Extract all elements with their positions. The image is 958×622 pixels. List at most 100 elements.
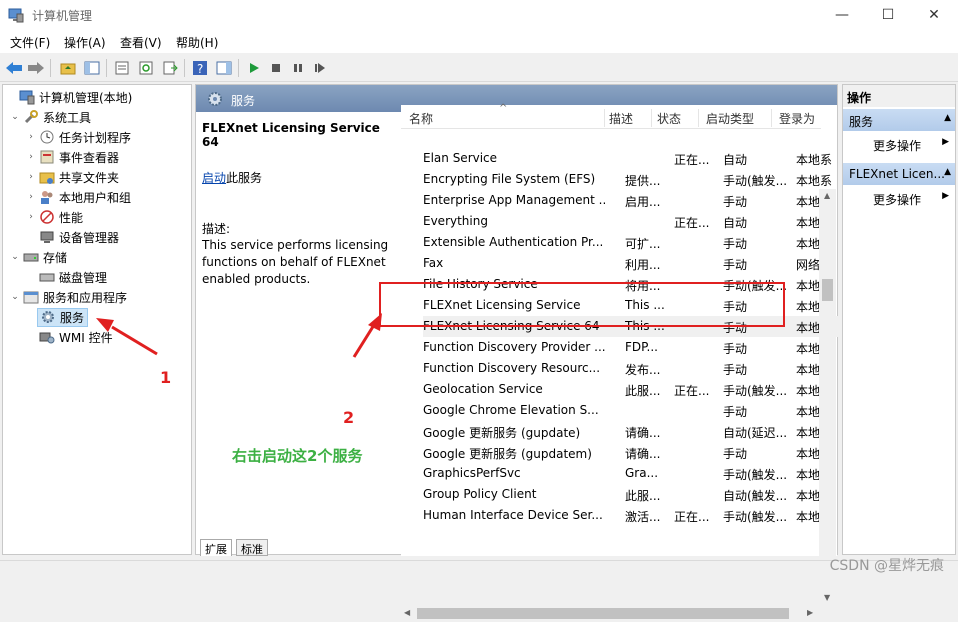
- more-actions-2[interactable]: 更多操作 ▶: [843, 187, 955, 209]
- tree-label: 本地用户和组: [59, 190, 132, 205]
- column-state[interactable]: 状态: [657, 110, 681, 127]
- window-title: 计算机管理: [32, 9, 93, 23]
- scrollbar-thumb[interactable]: [822, 279, 833, 301]
- tree-event-viewer[interactable]: › 事件查看器: [5, 147, 190, 167]
- tree-shared-folders[interactable]: › 共享文件夹: [5, 167, 190, 187]
- tree-local-users[interactable]: › 本地用户和组: [5, 187, 190, 207]
- tree-root[interactable]: 计算机管理(本地): [5, 87, 190, 107]
- service-row[interactable]: Google Chrome Elevation S... 手动 本地系: [423, 400, 843, 421]
- up-folder-icon[interactable]: [58, 58, 78, 78]
- tree-services-apps[interactable]: ⌄ 服务和应用程序: [5, 287, 190, 307]
- show-action-pane-icon[interactable]: [214, 58, 234, 78]
- scrollbar-thumb[interactable]: [417, 608, 789, 619]
- export-list-icon[interactable]: [160, 58, 180, 78]
- service-desc: 此服...: [625, 489, 661, 503]
- service-row[interactable]: Encrypting File System (EFS) 提供... 手动(触发..…: [423, 169, 843, 190]
- tree-label: 服务和应用程序: [43, 290, 128, 305]
- chevron-right-icon[interactable]: ›: [25, 212, 37, 222]
- service-row[interactable]: Fax 利用... 手动 网络服: [423, 253, 843, 274]
- chevron-down-icon[interactable]: ⌄: [9, 292, 21, 302]
- service-start-type: 手动: [723, 447, 748, 461]
- help-icon[interactable]: ?: [190, 58, 210, 78]
- start-service-icon[interactable]: [244, 58, 264, 78]
- chevron-right-icon[interactable]: ›: [25, 192, 37, 202]
- service-row[interactable]: Geolocation Service 此服... 正在... 手动(触发... 本地系: [423, 379, 843, 400]
- pause-service-icon[interactable]: [288, 58, 308, 78]
- section-label: FLEXnet Licen...: [849, 167, 945, 181]
- actions-section-services[interactable]: 服务 ▲: [843, 109, 955, 131]
- service-row[interactable]: Google 更新服务 (gupdatem) 请确... 手动 本地系: [423, 442, 843, 463]
- more-actions-1[interactable]: 更多操作 ▶: [843, 133, 955, 155]
- svg-text:?: ?: [197, 62, 203, 76]
- menu-action[interactable]: 操作(A): [64, 34, 106, 51]
- chevron-down-icon[interactable]: ⌄: [9, 112, 21, 122]
- service-row[interactable]: Enterprise App Management ... 启用... 手动 本地系: [423, 190, 843, 211]
- service-row[interactable]: Human Interface Device Ser... 激活... 正在... 手…: [423, 505, 843, 526]
- chevron-right-icon[interactable]: ›: [25, 152, 37, 162]
- chevron-right-icon[interactable]: ›: [25, 172, 37, 182]
- tree-task-scheduler[interactable]: › 任务计划程序: [5, 127, 190, 147]
- menu-view[interactable]: 查看(V): [120, 34, 162, 51]
- column-start-type[interactable]: 启动类型: [706, 110, 754, 127]
- column-divider[interactable]: [698, 109, 699, 127]
- column-desc[interactable]: 描述: [609, 110, 633, 127]
- actions-section-flexnet[interactable]: FLEXnet Licen... ▲: [843, 163, 955, 185]
- performance-icon: [39, 209, 55, 225]
- stop-service-icon[interactable]: [266, 58, 286, 78]
- service-row[interactable]: Function Discovery Resourc... 发布... 手动 本地服: [423, 358, 843, 379]
- properties-icon[interactable]: [112, 58, 132, 78]
- scroll-left-icon[interactable]: ◀: [404, 608, 410, 617]
- menu-help[interactable]: 帮助(H): [176, 34, 218, 51]
- minimize-button[interactable]: —: [819, 0, 865, 31]
- vertical-scrollbar[interactable]: ▲ ▼: [819, 189, 836, 609]
- service-row[interactable]: Extensible Authentication Pr... 可扩... 手动 本地…: [423, 232, 843, 253]
- collapse-up-icon[interactable]: ▲: [944, 113, 951, 123]
- scroll-down-icon[interactable]: ▼: [824, 593, 830, 602]
- service-state: 正在...: [674, 510, 710, 524]
- refresh-icon[interactable]: [136, 58, 156, 78]
- service-name: Group Policy Client: [423, 487, 537, 501]
- tab-extended[interactable]: 扩展: [200, 539, 232, 556]
- service-row[interactable]: Function Discovery Provider ... FDP... 手动本…: [423, 337, 843, 358]
- back-icon[interactable]: [4, 58, 24, 78]
- tree-wmi[interactable]: WMI 控件: [5, 327, 190, 347]
- maximize-button[interactable]: ☐: [865, 0, 911, 31]
- chevron-down-icon[interactable]: ⌄: [9, 252, 21, 262]
- close-button[interactable]: ✕: [911, 0, 957, 31]
- tree-label: 任务计划程序: [59, 130, 132, 145]
- menu-file[interactable]: 文件(F): [10, 34, 50, 51]
- event-log-icon: [39, 149, 55, 165]
- show-tree-icon[interactable]: [82, 58, 102, 78]
- tree-system-tools[interactable]: ⌄ 系统工具: [5, 107, 190, 127]
- column-divider[interactable]: [604, 109, 605, 127]
- column-login[interactable]: 登录为: [779, 110, 815, 127]
- column-divider[interactable]: [651, 109, 652, 127]
- service-row[interactable]: Google 更新服务 (gupdate) 请确... 自动(延迟... 本地系: [423, 421, 843, 442]
- collapse-up-icon[interactable]: ▲: [944, 167, 951, 177]
- tree-device-manager[interactable]: 设备管理器: [5, 227, 190, 247]
- service-row[interactable]: GraphicsPerfSvc Gra... 手动(触发... 本地系: [423, 463, 843, 484]
- service-name: Encrypting File System (EFS): [423, 172, 596, 186]
- tree-storage[interactable]: ⌄ 存储: [5, 247, 190, 267]
- red-arrow-2: [352, 324, 376, 358]
- service-start-type: 手动(触发...: [723, 384, 788, 398]
- tree-label: 事件查看器: [59, 150, 120, 165]
- chevron-right-icon[interactable]: ›: [25, 132, 37, 142]
- service-name: Function Discovery Provider ...: [423, 340, 605, 354]
- service-name: Google Chrome Elevation S...: [423, 403, 599, 417]
- column-divider[interactable]: [771, 109, 772, 127]
- service-row[interactable]: Group Policy Client 此服... 自动(触发... 本地系: [423, 484, 843, 505]
- column-name[interactable]: 名称: [409, 110, 433, 127]
- tab-standard[interactable]: 标准: [236, 539, 268, 556]
- computer-management-icon: [8, 8, 24, 23]
- tree-performance[interactable]: › 性能: [5, 207, 190, 227]
- tree-services[interactable]: 服务: [5, 307, 190, 327]
- tree-disk-management[interactable]: 磁盘管理: [5, 267, 190, 287]
- scroll-up-icon[interactable]: ▲: [824, 191, 830, 200]
- scroll-right-icon[interactable]: ▶: [807, 608, 813, 617]
- service-row[interactable]: Everything 正在... 自动 本地系: [423, 211, 843, 232]
- forward-icon[interactable]: [26, 58, 46, 78]
- service-row[interactable]: Elan Service 正在... 自动 本地系: [423, 148, 843, 169]
- horizontal-scrollbar[interactable]: ◀ ▶: [401, 605, 821, 622]
- restart-service-icon[interactable]: [310, 58, 330, 78]
